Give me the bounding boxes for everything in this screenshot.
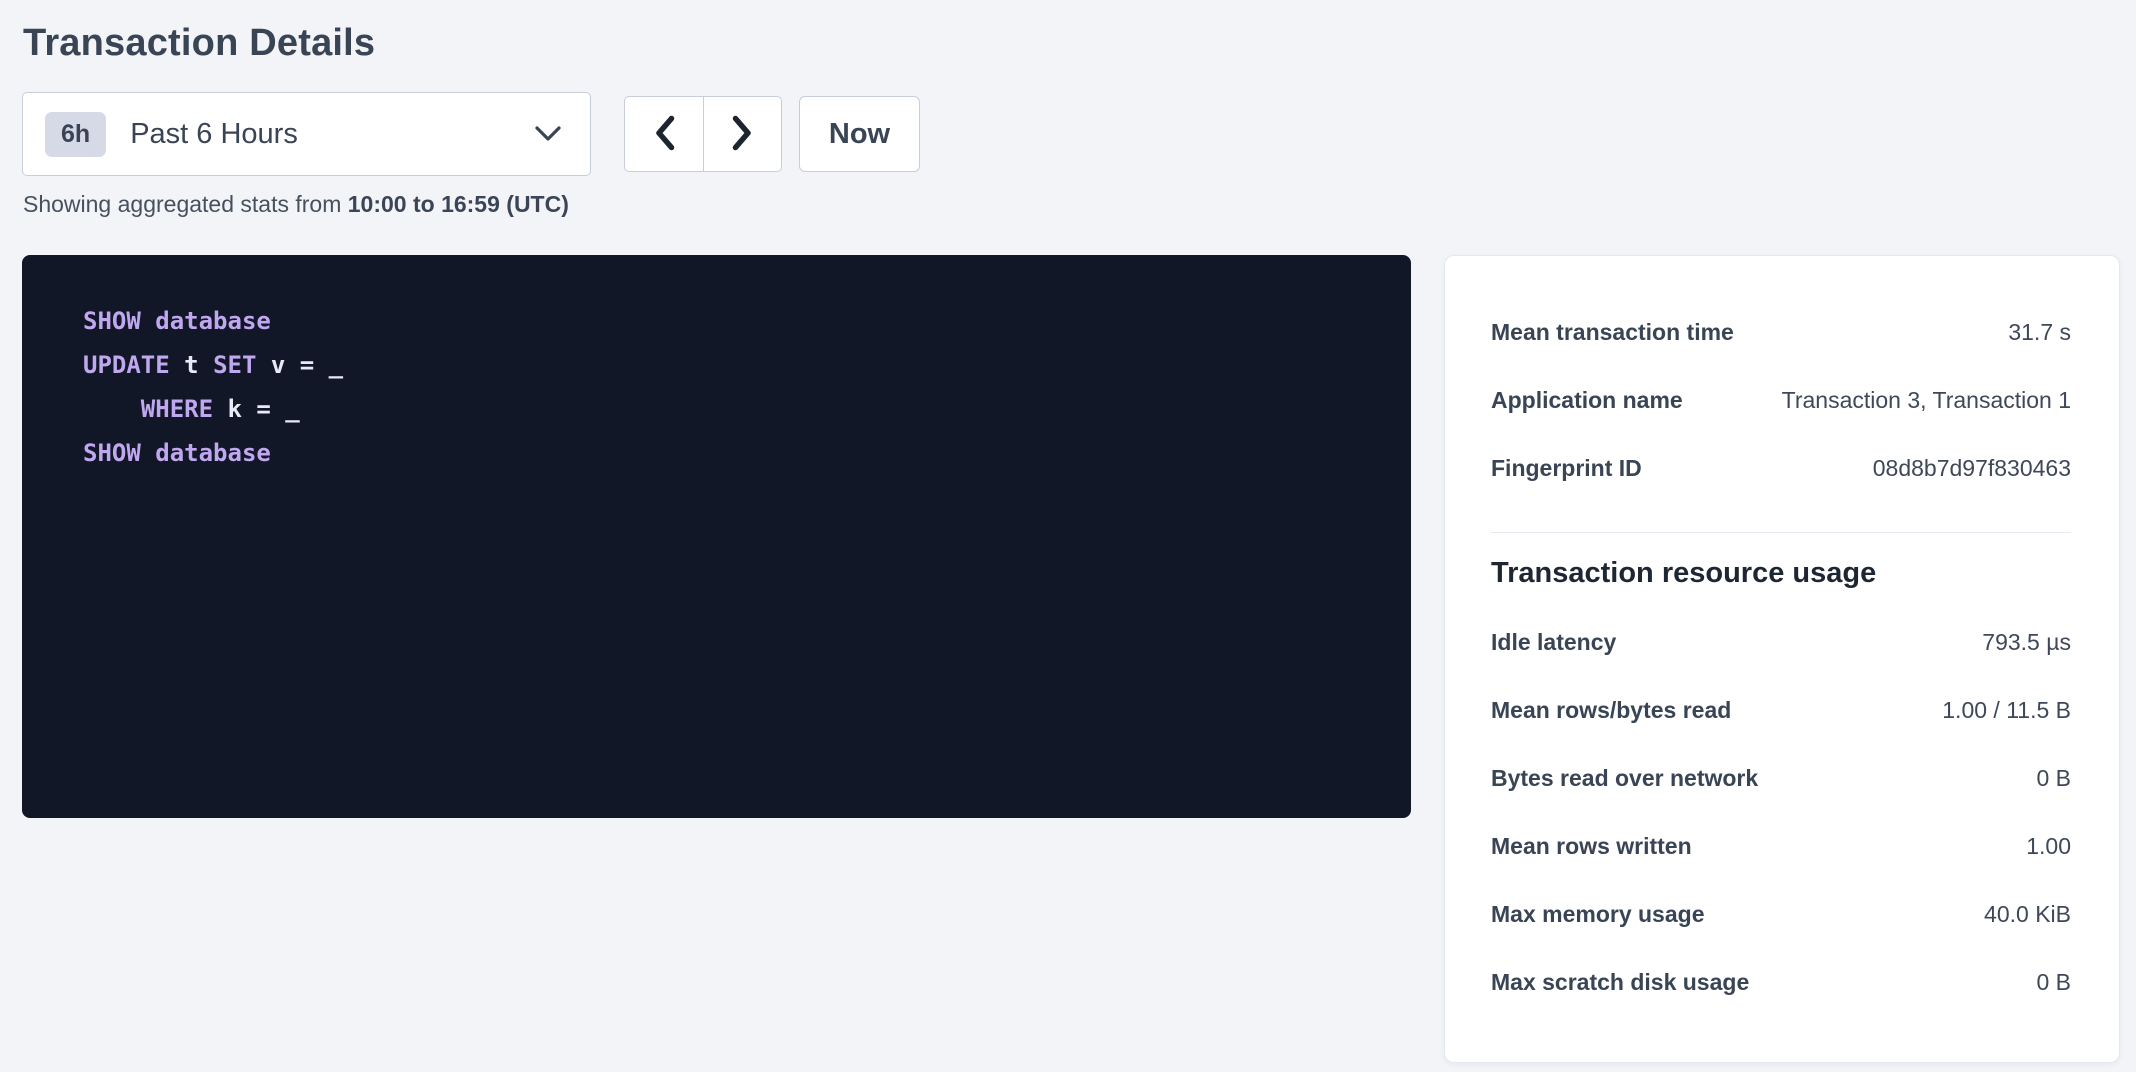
transaction-details-page: Transaction Details 6h Past 6 Hours bbox=[0, 0, 2136, 1072]
stat-row-idle-latency: Idle latency 793.5 µs bbox=[1491, 608, 2071, 676]
stat-label: Mean rows/bytes read bbox=[1491, 697, 1731, 724]
sql-token: SHOW bbox=[83, 439, 141, 467]
stat-row-max-scratch-disk-usage: Max scratch disk usage 0 B bbox=[1491, 948, 2071, 1016]
stat-row-max-memory-usage: Max memory usage 40.0 KiB bbox=[1491, 880, 2071, 948]
time-range-dropdown[interactable]: 6h Past 6 Hours bbox=[22, 92, 591, 176]
stat-label: Mean transaction time bbox=[1491, 319, 1734, 346]
resource-usage-heading: Transaction resource usage bbox=[1491, 557, 2071, 590]
stat-label: Fingerprint ID bbox=[1491, 455, 1642, 482]
sql-token: t bbox=[170, 351, 213, 379]
stat-value: Transaction 3, Transaction 1 bbox=[1782, 387, 2071, 414]
now-button[interactable]: Now bbox=[799, 96, 920, 172]
stat-label: Idle latency bbox=[1491, 629, 1616, 656]
stat-row-mean-rows-bytes-read: Mean rows/bytes read 1.00 / 11.5 B bbox=[1491, 676, 2071, 744]
stat-value: 1.00 bbox=[2026, 833, 2071, 860]
stat-row-bytes-read-over-network: Bytes read over network 0 B bbox=[1491, 744, 2071, 812]
main-content: SHOW database UPDATE t SET v = _ WHERE k… bbox=[22, 255, 2120, 1063]
stat-label: Mean rows written bbox=[1491, 833, 1692, 860]
time-range-label: Past 6 Hours bbox=[130, 118, 298, 151]
sql-token: v = _ bbox=[256, 351, 343, 379]
sql-token: SHOW bbox=[83, 307, 141, 335]
time-range-arrows bbox=[624, 96, 782, 172]
sql-token bbox=[83, 395, 141, 423]
stat-label: Max memory usage bbox=[1491, 901, 1704, 928]
page-title: Transaction Details bbox=[23, 22, 2120, 65]
sql-token: UPDATE bbox=[83, 351, 170, 379]
sql-line: UPDATE t SET v = _ bbox=[83, 343, 1371, 387]
chevron-left-icon bbox=[652, 114, 677, 155]
stat-row-application-name: Application name Transaction 3, Transact… bbox=[1491, 366, 2071, 434]
sql-line: WHERE k = _ bbox=[83, 387, 1371, 431]
stat-value: 0 B bbox=[2036, 765, 2071, 792]
stat-row-mean-rows-written: Mean rows written 1.00 bbox=[1491, 812, 2071, 880]
time-range-badge: 6h bbox=[45, 112, 106, 157]
time-controls: 6h Past 6 Hours bbox=[22, 92, 2120, 176]
sql-token bbox=[141, 307, 155, 335]
sql-token: SET bbox=[213, 351, 256, 379]
stat-value: 08d8b7d97f830463 bbox=[1873, 455, 2071, 482]
transaction-summary-card: Mean transaction time 31.7 s Application… bbox=[1444, 255, 2120, 1063]
sql-line: SHOW database bbox=[83, 299, 1371, 343]
chevron-down-icon bbox=[534, 125, 562, 143]
stat-value: 0 B bbox=[2036, 969, 2071, 996]
sql-token: database bbox=[155, 307, 271, 335]
stat-label: Max scratch disk usage bbox=[1491, 969, 1749, 996]
stat-value: 793.5 µs bbox=[1982, 629, 2071, 656]
sql-line: SHOW database bbox=[83, 431, 1371, 475]
sql-token bbox=[141, 439, 155, 467]
aggregation-subtitle: Showing aggregated stats from 10:00 to 1… bbox=[23, 191, 2120, 218]
stat-value: 1.00 / 11.5 B bbox=[1942, 697, 2071, 724]
stat-value: 40.0 KiB bbox=[1984, 901, 2071, 928]
stat-value: 31.7 s bbox=[2008, 319, 2071, 346]
card-divider bbox=[1491, 532, 2071, 533]
sql-statement-box: SHOW database UPDATE t SET v = _ WHERE k… bbox=[22, 255, 1411, 818]
sql-token: database bbox=[155, 439, 271, 467]
stat-label: Application name bbox=[1491, 387, 1683, 414]
sql-token: WHERE bbox=[141, 395, 213, 423]
chevron-right-icon bbox=[730, 114, 755, 155]
aggregation-time-range: 10:00 to 16:59 (UTC) bbox=[348, 191, 569, 217]
stat-label: Bytes read over network bbox=[1491, 765, 1758, 792]
prev-range-button[interactable] bbox=[624, 96, 703, 172]
sql-token: k = _ bbox=[213, 395, 300, 423]
aggregation-subtitle-prefix: Showing aggregated stats from bbox=[23, 191, 348, 217]
stat-row-fingerprint-id: Fingerprint ID 08d8b7d97f830463 bbox=[1491, 434, 2071, 502]
next-range-button[interactable] bbox=[703, 96, 782, 172]
stat-row-mean-transaction-time: Mean transaction time 31.7 s bbox=[1491, 298, 2071, 366]
